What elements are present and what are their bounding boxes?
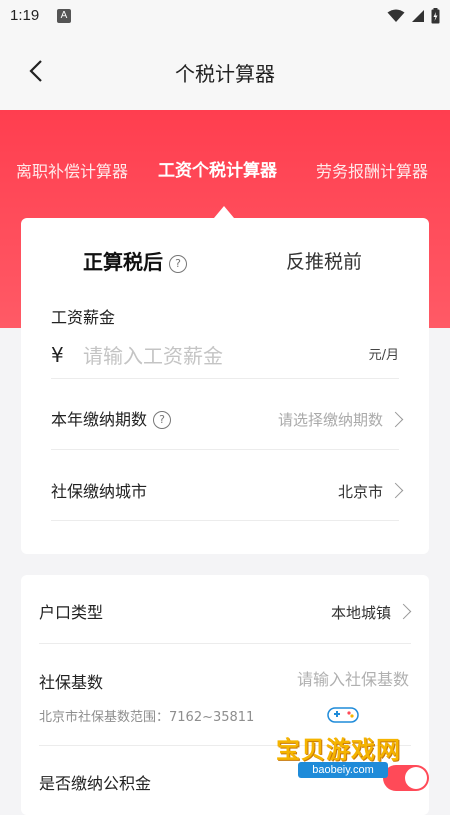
divider — [51, 449, 399, 450]
signal-icon — [412, 10, 424, 22]
salary-unit: 元/月 — [368, 348, 399, 363]
housing-fund-label: 是否缴纳公积金 — [39, 774, 152, 793]
status-icons — [387, 8, 440, 24]
gamepad-icon — [327, 707, 359, 723]
active-tab-pointer — [214, 206, 234, 218]
social-city-value: 北京市 — [337, 483, 383, 501]
chevron-right-icon — [395, 603, 412, 620]
periods-label-wrap: 本年缴纳期数? — [51, 406, 172, 430]
tab-severance-calculator[interactable]: 离职补偿计算器 — [16, 158, 128, 182]
chevron-right-icon — [387, 411, 404, 428]
page-title: 个税计算器 — [175, 62, 275, 86]
tab-labor-remuneration-calculator[interactable]: 劳务报酬计算器 — [316, 158, 428, 182]
hukou-value: 本地城镇 — [330, 604, 391, 622]
social-base-range-hint: 北京市社保基数范围：7162~35811 — [39, 710, 255, 725]
watermark-url: baobeiy.com — [298, 762, 388, 778]
app-bar: 个税计算器 — [0, 34, 450, 110]
battery-icon — [431, 8, 440, 24]
mode-switch: 正算税后? 反推税前 — [21, 246, 429, 280]
hukou-label: 户口类型 — [39, 603, 104, 622]
periods-label: 本年缴纳期数 — [51, 410, 148, 429]
salary-card: 正算税后? 反推税前 工资薪金 ¥ 元/月 本年缴纳期数? 请选择缴纳期数 社保… — [21, 218, 429, 554]
status-bar: 1:19 A — [0, 0, 450, 34]
social-base-input[interactable] — [207, 669, 411, 690]
social-base-label: 社保基数 — [39, 673, 104, 692]
salary-input[interactable] — [81, 338, 355, 374]
periods-placeholder: 请选择缴纳期数 — [277, 411, 383, 429]
mode-forward-label: 正算税后 — [83, 250, 163, 274]
chevron-right-icon — [387, 482, 404, 499]
currency-symbol: ¥ — [51, 343, 64, 367]
divider — [39, 643, 411, 644]
divider — [51, 520, 399, 521]
wifi-icon — [387, 9, 405, 22]
salary-label: 工资薪金 — [51, 308, 116, 327]
tab-salary-tax-calculator[interactable]: 工资个税计算器 — [158, 156, 277, 181]
divider — [51, 378, 399, 379]
social-city-label: 社保缴纳城市 — [51, 482, 148, 501]
mode-forward-tab[interactable]: 正算税后? — [83, 246, 187, 275]
status-time: 1:19 — [10, 7, 40, 24]
watermark-text: 宝贝游戏网 — [276, 736, 401, 764]
watermark: 宝贝游戏网 baobeiy.com — [276, 700, 426, 780]
help-icon[interactable]: ? — [153, 411, 172, 429]
help-icon[interactable]: ? — [169, 255, 187, 273]
notification-icon: A — [57, 9, 71, 23]
calculator-tabs: 离职补偿计算器 工资个税计算器 劳务报酬计算器 — [0, 148, 450, 188]
mode-reverse-tab[interactable]: 反推税前 — [286, 247, 362, 274]
